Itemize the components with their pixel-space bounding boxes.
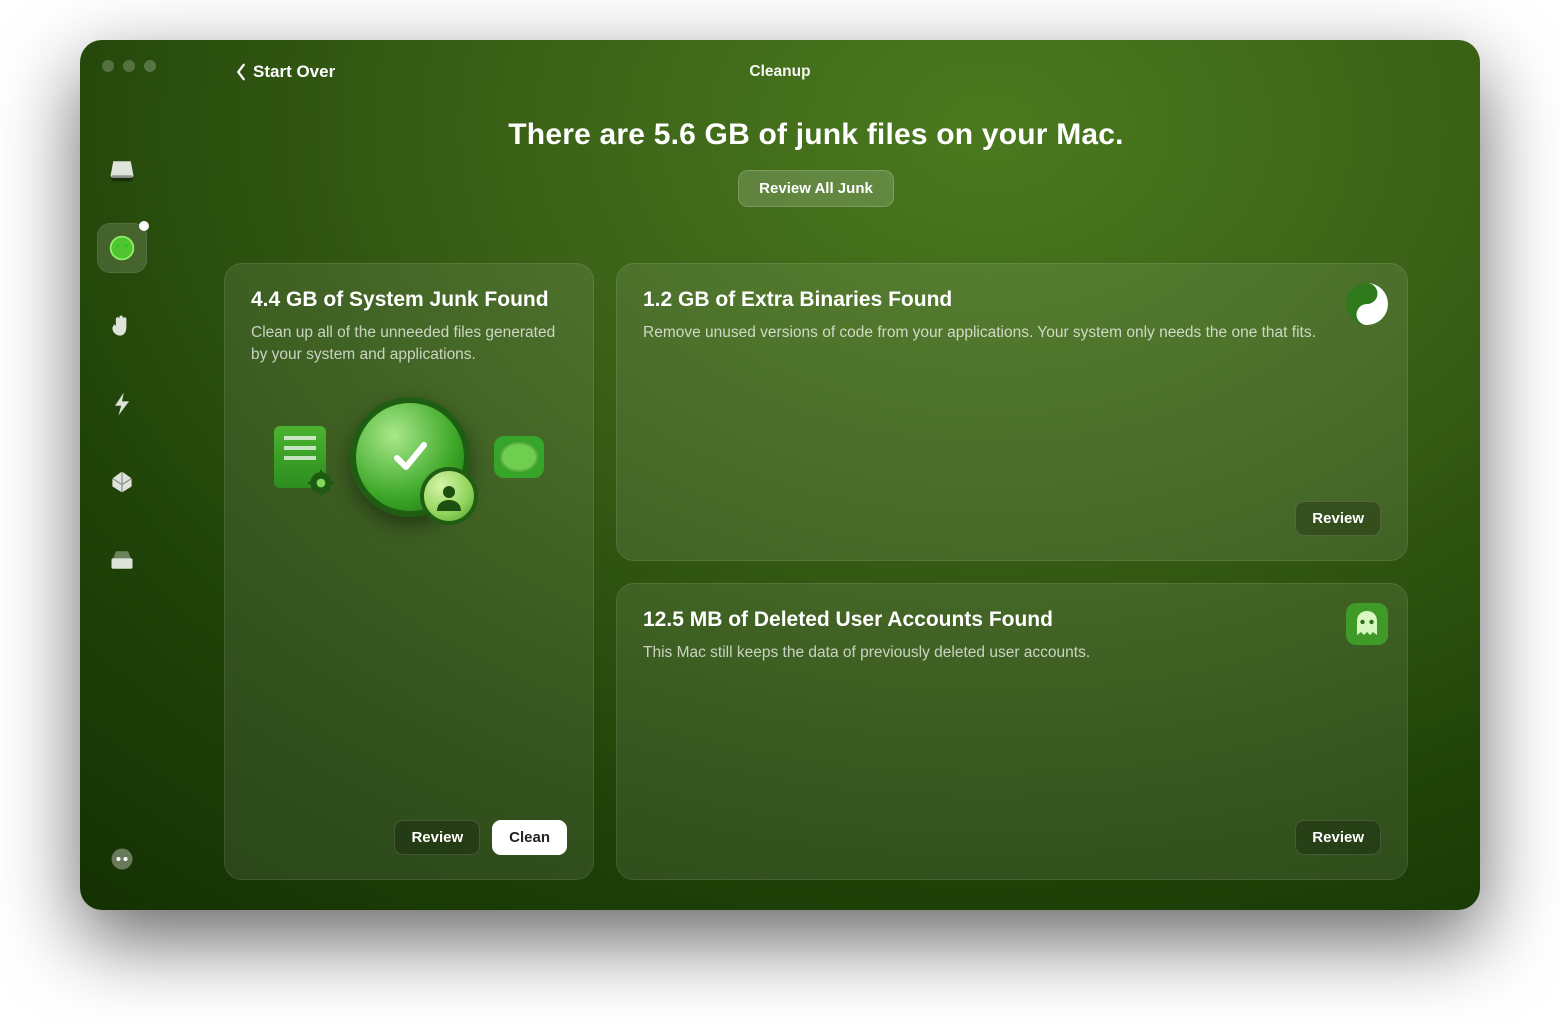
review-label: Review — [1312, 510, 1364, 527]
assistant-icon — [108, 845, 136, 873]
clean-button[interactable]: Clean — [492, 820, 567, 855]
apps-icon — [108, 468, 136, 496]
close-dot[interactable] — [102, 60, 114, 72]
zoom-dot[interactable] — [144, 60, 156, 72]
card-system-junk: 4.4 GB of System Junk Found Clean up all… — [224, 263, 594, 880]
clean-label: Clean — [509, 829, 550, 846]
cleanup-icon — [108, 234, 136, 262]
sidebar-item-cleanup[interactable] — [97, 223, 147, 273]
sidebar-item-my-clutter[interactable] — [97, 535, 147, 585]
card-deleted-users: 12.5 MB of Deleted User Accounts Found T… — [616, 583, 1408, 881]
hand-icon — [108, 312, 136, 340]
system-junk-illustration — [251, 397, 567, 517]
top-bar: Start Over Cleanup — [80, 52, 1480, 92]
sidebar-item-protection[interactable] — [97, 301, 147, 351]
card-title: 4.4 GB of System Junk Found — [251, 288, 567, 312]
ghost-icon — [1345, 602, 1389, 646]
drive-icon — [108, 546, 136, 574]
cards-grid: 4.4 GB of System Junk Found Clean up all… — [224, 263, 1408, 880]
card-title: 12.5 MB of Deleted User Accounts Found — [643, 608, 1381, 632]
sidebar — [80, 40, 164, 910]
app-window: Start Over Cleanup — [80, 40, 1480, 910]
hero-headline: There are 5.6 GB of junk files on your M… — [224, 118, 1408, 152]
gear-icon — [308, 470, 334, 496]
card-desc: This Mac still keeps the data of previou… — [643, 642, 1381, 664]
hero: There are 5.6 GB of junk files on your M… — [224, 118, 1408, 207]
review-all-label: Review All Junk — [759, 180, 873, 197]
window-controls — [102, 60, 156, 72]
sidebar-assistant[interactable] — [97, 834, 147, 884]
window-title: Cleanup — [749, 63, 810, 81]
disk-icon — [108, 156, 136, 184]
back-button[interactable]: Start Over — [235, 62, 335, 82]
review-label: Review — [411, 829, 463, 846]
globe-chat-icon — [494, 436, 544, 478]
sidebar-item-performance[interactable] — [97, 379, 147, 429]
review-button[interactable]: Review — [1295, 501, 1381, 536]
bolt-icon — [108, 390, 136, 418]
card-desc: Clean up all of the unneeded files gener… — [251, 322, 567, 367]
main-content: There are 5.6 GB of junk files on your M… — [164, 40, 1480, 910]
chevron-left-icon — [235, 63, 247, 81]
review-label: Review — [1312, 829, 1364, 846]
review-button[interactable]: Review — [394, 820, 480, 855]
badge-dot — [139, 221, 149, 231]
yin-yang-icon — [1345, 282, 1389, 326]
minimize-dot[interactable] — [123, 60, 135, 72]
back-label: Start Over — [253, 62, 335, 82]
user-avatar-icon — [420, 467, 478, 525]
card-title: 1.2 GB of Extra Binaries Found — [643, 288, 1381, 312]
sidebar-item-smart-care[interactable] — [97, 145, 147, 195]
card-extra-binaries: 1.2 GB of Extra Binaries Found Remove un… — [616, 263, 1408, 561]
clock-check-icon — [350, 397, 470, 517]
review-all-button[interactable]: Review All Junk — [738, 170, 894, 207]
card-desc: Remove unused versions of code from your… — [643, 322, 1381, 344]
sidebar-item-applications[interactable] — [97, 457, 147, 507]
review-button[interactable]: Review — [1295, 820, 1381, 855]
person-icon — [434, 481, 464, 511]
document-gear-icon — [274, 426, 326, 488]
